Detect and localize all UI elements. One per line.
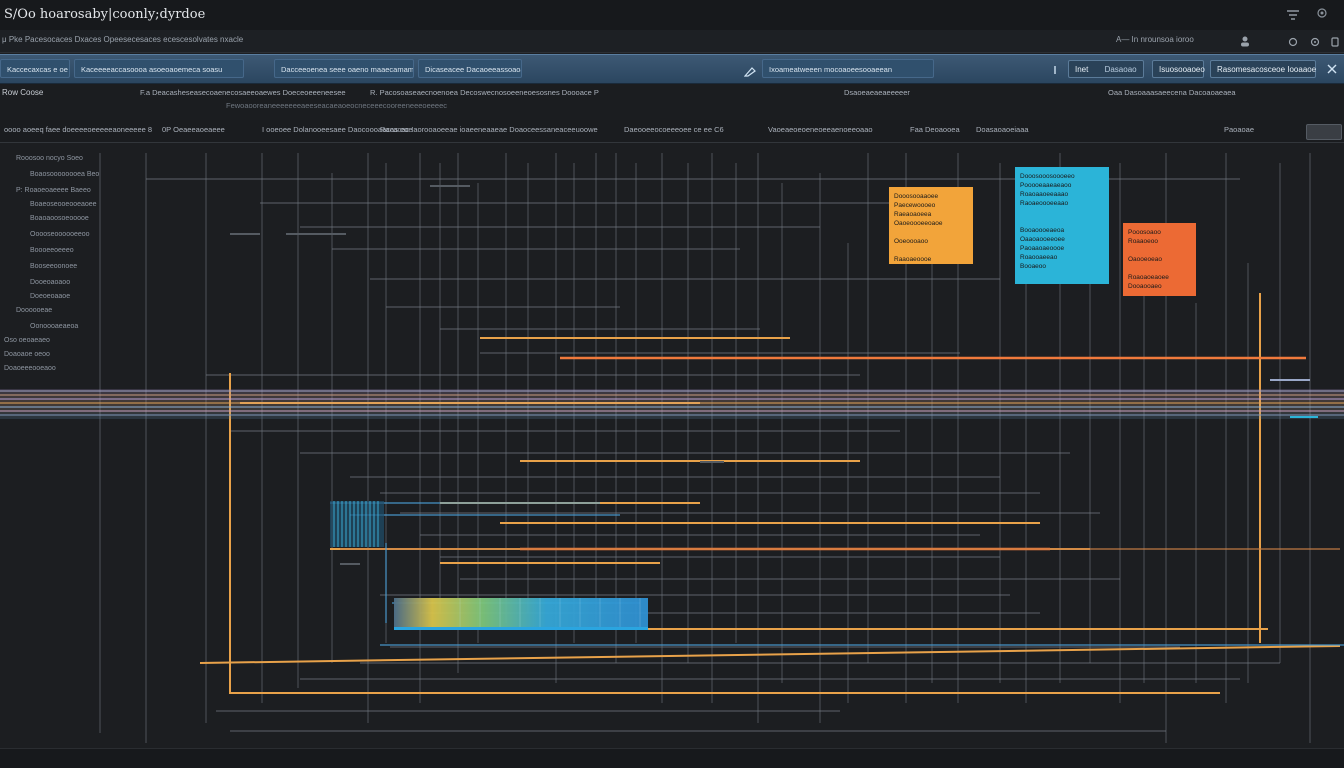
filter-toggle-button[interactable] <box>1306 124 1342 140</box>
filter-8[interactable]: Doasaoaoeiaaa <box>976 125 1029 134</box>
note-line <box>1128 264 1191 273</box>
note-line: Raeaoaoeea <box>894 211 932 218</box>
filter-9[interactable]: Paoaoae <box>1224 125 1254 134</box>
sidebar-item-13[interactable]: Oso oeoaeaeo <box>4 337 50 344</box>
app-title: S/Oo hoarosaby|coonly;dyrdoe <box>4 7 206 22</box>
toolbar-tab-3[interactable]: Dacceeoenea seee oaeno maaecamam <box>274 59 414 78</box>
menu-bar: μ Pke Pacesocaces Dxaces Opeesecesaces e… <box>0 30 1344 53</box>
column-header-1[interactable]: F.a Deacasheseasecoaenecosaeeoaewes Doec… <box>140 88 346 97</box>
sidebar-item-2[interactable]: Boaosoooooooea Beo <box>30 171 99 178</box>
filter-icon[interactable] <box>1286 8 1300 26</box>
note-line: Oaaoaooeeoee <box>1020 236 1065 243</box>
toolbar-button-a[interactable]: Inet Dasaoao <box>1068 60 1144 78</box>
sidebar-item-1[interactable]: Rooosoo nocyo Soeo <box>16 155 83 162</box>
toolbar-tab-5[interactable]: Ixoameatweeen mocoaoeesooaeean <box>762 59 934 78</box>
note-line <box>1128 246 1191 255</box>
help-icon[interactable] <box>1310 34 1320 52</box>
note-line: Dooaooaeo <box>1128 283 1162 290</box>
breadcrumb[interactable]: μ Pke Pacesocaces Dxaces Opeesecesaces e… <box>2 35 243 44</box>
note-line: Roaoaaoeeaaao <box>1020 191 1069 198</box>
note-line: Roaoaoeaoee <box>1128 274 1169 281</box>
note-line: Pooosoaoo <box>1128 229 1161 236</box>
filter-5[interactable]: Daeooeeocoeeeoee ce ee C6 <box>624 125 724 134</box>
sidebar-item-10[interactable]: Doeoeoaaoe <box>30 293 70 300</box>
note-line: Raaoaeoooe <box>894 256 932 263</box>
chevron-up-icon[interactable] <box>1052 62 1058 80</box>
note-line <box>894 228 968 237</box>
toolbar-tab-4[interactable]: Dicaseacee Dacaoeeassoaoaovaoaeao <box>418 59 522 78</box>
note-card-red[interactable]: Pooosoaoo Roaaoeoo Oaooeoeao Roaoaoeaoee D… <box>1123 223 1196 296</box>
note-line: Paecewoooeo <box>894 202 936 209</box>
sidebar-item-5[interactable]: Boaoaoosoeooooe <box>30 215 89 222</box>
filter-4[interactable]: Racacac Iaorooaoeeae ioaeeneaaeae Doaoce… <box>380 125 598 134</box>
sidebar-item-3[interactable]: P: Roaoeoaeeee Baeeo <box>16 187 91 194</box>
toolbar-button-a-sublabel: Dasaoao <box>1104 65 1137 74</box>
note-line: Oaooeoeao <box>1128 256 1162 263</box>
note-line: Roaooaeeao <box>1020 254 1058 261</box>
note-line: Booaeoo <box>1020 263 1047 270</box>
toolbar-button-a-label: Inet <box>1075 65 1089 74</box>
row-title: Row Coose <box>2 88 44 97</box>
toolbar-button-b[interactable]: Isuosooaoeo <box>1152 60 1205 78</box>
diagram-workspace[interactable]: Rooosoo nocyo Soeo Boaosoooooooea Beo P:… <box>0 143 1344 748</box>
title-bar: S/Oo hoarosaby|coonly;dyrdoe <box>0 0 1344 31</box>
note-line: Raoaeoooeeaao <box>1020 200 1069 207</box>
note-line: Paoaaoaeoooe <box>1020 245 1065 252</box>
column-header-3[interactable]: Dsaoeaeaeaeeeeer <box>844 88 910 97</box>
note-line <box>1020 208 1104 217</box>
filter-1[interactable]: oooo aoeeq faee doeeeeoeeeeeaoneeeee 8 <box>4 125 152 134</box>
note-line <box>894 246 968 255</box>
toolbar-button-c[interactable]: Rasomesacosceoe Iooaaoe <box>1210 60 1316 78</box>
close-icon[interactable] <box>1326 62 1338 80</box>
note-card-orange[interactable]: Dooosooaaoee Paecewoooeo Raeaoaoeea Oaoeooo… <box>889 187 973 264</box>
note-line: Dooosooosoooeeo <box>1020 173 1075 180</box>
column-header-2[interactable]: R. Pacosoaseaecnoenoea Decoswecnosoeeneo… <box>370 88 599 97</box>
note-line: Oaoeoooeeoaoe <box>894 220 943 227</box>
note-line: Ooeoooaoo <box>894 238 928 245</box>
filter-row: oooo aoeeq faee doeeeeoeeeeeaoneeeee 8 0… <box>0 120 1344 143</box>
sidebar-item-4[interactable]: Boaeoseooeooeaoee <box>30 201 97 208</box>
column-header-4[interactable]: Oaa Dasoaaasaeecena Dacoaoaeaea <box>1108 88 1236 97</box>
main-toolbar: Kaccecaxcas e oe Kaceeeeaccasoooa asoeoa… <box>0 54 1344 84</box>
sidebar-item-15[interactable]: Doaoeeeooeaoo <box>4 365 56 372</box>
note-line: Roaaoeoo <box>1128 238 1158 245</box>
account-label[interactable]: A— In nrounsoa ioroo <box>1116 35 1194 44</box>
note-card-cyan[interactable]: Dooosooosoooeeo Pooooeaaeaeaoo Roaoaaoeeaa… <box>1015 167 1109 284</box>
brush-icon[interactable] <box>743 64 758 82</box>
note-line: Dooosooaaoee <box>894 193 939 200</box>
filter-7[interactable]: Faa Deoaooea <box>910 125 960 134</box>
sidebar-item-6[interactable]: Ooooseoooooeeoo <box>30 231 90 238</box>
status-bar <box>0 748 1344 768</box>
sidebar-item-14[interactable]: Doaoaoe oeoo <box>4 351 50 358</box>
sidebar-item-8[interactable]: Booseeoonoee <box>30 263 77 270</box>
toolbar-tab-2[interactable]: Kaceeeeaccasoooa asoeoaoemeca soasu <box>74 59 244 78</box>
sidebar-item-9[interactable]: Dooeoaoaoo <box>30 279 70 286</box>
settings-icon[interactable] <box>1315 6 1329 25</box>
note-line: Pooooeaaeaeaoo <box>1020 182 1072 189</box>
note-line <box>1020 217 1104 226</box>
filter-6[interactable]: Vaoeaeoeoeneoeeaenoeeoaao <box>768 125 873 134</box>
app-window: S/Oo hoarosaby|coonly;dyrdoe μ Pke Paces… <box>0 0 1344 768</box>
column-subheader: Fewoaooreaneeeeeeeaeeseacaeaoeocneceeeco… <box>226 101 448 110</box>
settings-icon[interactable] <box>1288 34 1298 52</box>
sidebar-item-7[interactable]: Boooeeoeeeo <box>30 247 74 254</box>
sidebar-item-11[interactable]: Doooooeae <box>16 307 52 314</box>
filter-2[interactable]: 0P Oeaeeaoeaeee <box>162 125 225 134</box>
note-line: Booaoooeaeoa <box>1020 227 1065 234</box>
toolbar-tab-1[interactable]: Kaccecaxcas e oe <box>0 59 70 78</box>
close-icon[interactable] <box>1330 34 1340 52</box>
column-header: Row Coose F.a Deacasheseasecoaenecosaeeo… <box>0 84 1344 121</box>
sidebar-item-12[interactable]: Oonoooaeaeoa <box>30 323 78 330</box>
user-icon[interactable] <box>1240 34 1250 52</box>
